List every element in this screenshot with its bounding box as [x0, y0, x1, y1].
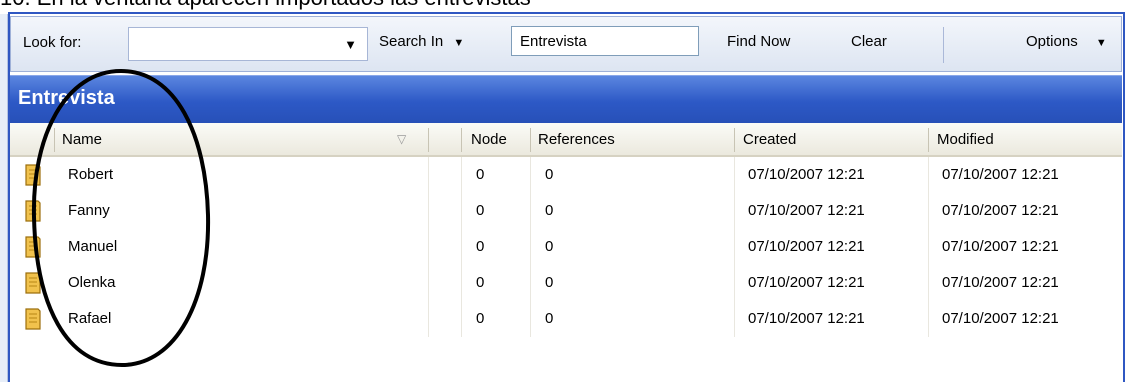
clear-button[interactable]: Clear [851, 33, 887, 50]
find-bar: Look for: ▼ Search In ▼ Entrevista Find … [10, 16, 1122, 72]
cell-created: 07/10/2007 12:21 [748, 310, 865, 327]
document-book-icon [25, 164, 41, 186]
cell-references: 0 [545, 310, 554, 327]
cell-node: 0 [476, 202, 485, 219]
column-separator [530, 128, 531, 152]
column-separator [461, 128, 462, 152]
search-in-button[interactable]: Search In ▼ [379, 33, 464, 50]
column-separator [54, 128, 55, 152]
chevron-down-icon: ▼ [1095, 37, 1107, 49]
folder-title: Entrevista [18, 87, 115, 109]
table-row[interactable]: Olenka 0 0 07/10/2007 12:21 07/10/2007 1… [10, 265, 1122, 301]
chevron-down-icon[interactable]: ▼ [344, 37, 357, 52]
cell-modified: 07/10/2007 12:21 [942, 166, 1059, 183]
column-separator [734, 128, 735, 152]
cell-references: 0 [545, 238, 554, 255]
cell-node: 0 [476, 238, 485, 255]
cell-name: Manuel [68, 238, 118, 255]
document-book-icon [25, 236, 41, 258]
left-panel-edge [0, 14, 8, 382]
search-in-field[interactable]: Entrevista [511, 26, 699, 56]
cell-created: 07/10/2007 12:21 [748, 238, 865, 255]
table-row[interactable]: Fanny 0 0 07/10/2007 12:21 07/10/2007 12… [10, 193, 1122, 229]
find-now-button[interactable]: Find Now [727, 33, 790, 50]
search-in-label: Search In [379, 33, 444, 50]
document-book-icon [25, 308, 41, 330]
table-row[interactable]: Rafael 0 0 07/10/2007 12:21 07/10/2007 1… [10, 301, 1122, 337]
cell-modified: 07/10/2007 12:21 [942, 238, 1059, 255]
look-for-combobox[interactable]: ▼ [128, 27, 368, 61]
cell-name: Fanny [68, 202, 110, 219]
chevron-down-icon: ▼ [453, 37, 465, 49]
column-header-created[interactable]: Created [743, 131, 796, 148]
cell-references: 0 [545, 202, 554, 219]
cell-created: 07/10/2007 12:21 [748, 274, 865, 291]
cell-name: Robert [68, 166, 114, 183]
cell-node: 0 [476, 310, 485, 327]
cell-modified: 07/10/2007 12:21 [942, 274, 1059, 291]
sort-indicator-icon: ▽ [397, 132, 407, 146]
grid-header: Name ▽ Node References Created Modified [10, 123, 1122, 157]
cell-name: Rafael [68, 310, 112, 327]
document-book-icon [25, 272, 41, 294]
toolbar-separator [943, 27, 944, 63]
caption-text: 10. En la ventana aparecen importados la… [0, 0, 531, 10]
document-book-icon [25, 200, 41, 222]
look-for-label: Look for: [23, 34, 82, 51]
options-button[interactable]: Options ▼ [1026, 33, 1107, 50]
column-header-modified[interactable]: Modified [937, 131, 994, 148]
column-separator [928, 128, 929, 152]
cell-modified: 07/10/2007 12:21 [942, 310, 1059, 327]
cell-modified: 07/10/2007 12:21 [942, 202, 1059, 219]
cell-name: Olenka [68, 274, 116, 291]
cell-references: 0 [545, 166, 554, 183]
column-header-node[interactable]: Node [471, 131, 507, 148]
column-header-references[interactable]: References [538, 131, 615, 148]
column-header-name[interactable]: Name [62, 131, 102, 148]
table-row[interactable]: Robert 0 0 07/10/2007 12:21 07/10/2007 1… [10, 157, 1122, 193]
cell-node: 0 [476, 166, 485, 183]
folder-header: Entrevista [10, 75, 1122, 123]
cell-references: 0 [545, 274, 554, 291]
cell-node: 0 [476, 274, 485, 291]
cell-created: 07/10/2007 12:21 [748, 202, 865, 219]
items-grid: Name ▽ Node References Created Modified … [10, 123, 1122, 382]
table-row[interactable]: Manuel 0 0 07/10/2007 12:21 07/10/2007 1… [10, 229, 1122, 265]
cell-created: 07/10/2007 12:21 [748, 166, 865, 183]
options-label: Options [1026, 33, 1078, 50]
column-separator [428, 128, 429, 152]
